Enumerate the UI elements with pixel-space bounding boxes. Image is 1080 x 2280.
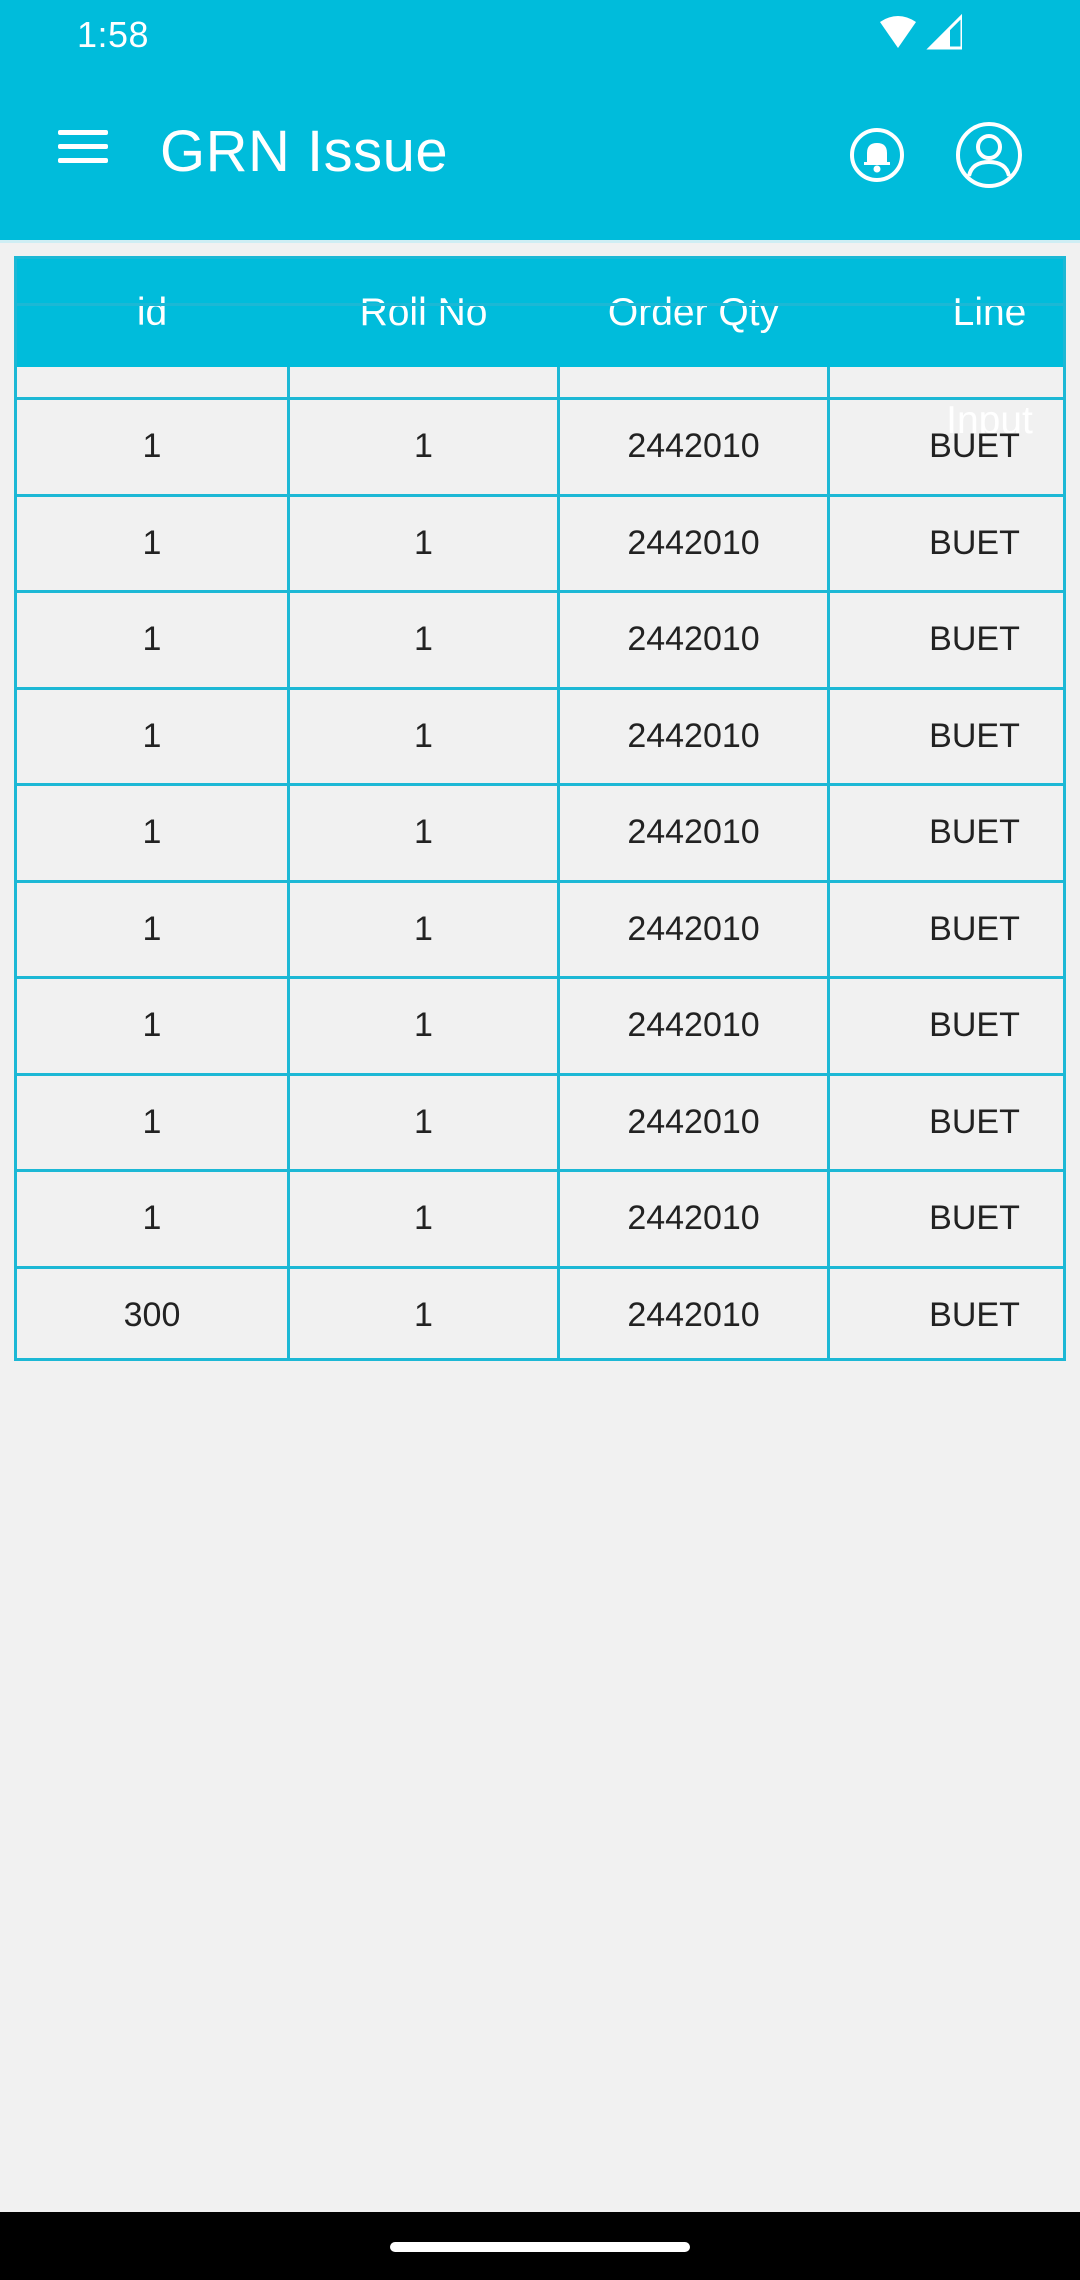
cell-line-input: BUET xyxy=(929,1199,1020,1237)
menu-button[interactable] xyxy=(52,120,116,174)
column-divider xyxy=(557,367,560,1358)
cell-id: 1 xyxy=(142,1199,162,1237)
cell-line-input: BUET xyxy=(929,716,1020,755)
table-row[interactable]: 1 1 2442010 BUET xyxy=(17,590,1063,687)
table-row[interactable]: 1 1 2442010 BUET xyxy=(17,397,1063,494)
cell-line-input: BUET xyxy=(929,427,1020,465)
cell-id: 1 xyxy=(142,813,162,851)
cell-order-qty: 2442010 xyxy=(627,1199,760,1237)
table-row[interactable]: 1 1 2442010 BUET xyxy=(17,1169,1063,1266)
app-bar-divider xyxy=(0,240,1080,243)
notifications-button[interactable] xyxy=(848,126,906,184)
cell-order-qty: 2442010 xyxy=(627,716,760,755)
menu-icon xyxy=(58,130,108,163)
signal-icon xyxy=(926,12,964,50)
cell-order-qty: 2442010 xyxy=(627,620,760,658)
app-bar: GRN Issue xyxy=(0,70,1080,240)
cell-order-qty: 2442010 xyxy=(627,427,760,465)
cell-id: 1 xyxy=(142,1006,162,1044)
cell-id: 1 xyxy=(142,716,162,755)
cell-id: 1 xyxy=(142,427,162,465)
cell-roll-no: 1 xyxy=(414,1295,433,1334)
cell-id: 1 xyxy=(142,909,162,948)
cell-order-qty: 2442010 xyxy=(627,1006,760,1044)
cell-id: 1 xyxy=(142,1102,162,1141)
cell-roll-no: 1 xyxy=(414,427,433,465)
cell-order-qty: 2442010 xyxy=(627,1102,760,1141)
cell-order-qty: 2442010 xyxy=(627,909,760,948)
home-gesture-handle[interactable] xyxy=(390,2242,690,2252)
table-row[interactable]: 300 1 2442010 BUET xyxy=(17,1265,1063,1359)
cell-line-input: BUET xyxy=(929,1006,1020,1044)
cell-roll-no: 1 xyxy=(414,1102,433,1141)
status-icons xyxy=(878,12,964,54)
table-row-partial xyxy=(17,303,1063,400)
cell-line-input: BUET xyxy=(929,813,1020,851)
cell-id: 1 xyxy=(142,523,162,562)
account-icon xyxy=(956,122,1022,188)
cell-order-qty: 2442010 xyxy=(627,1295,760,1334)
table-row[interactable]: 1 1 2442010 BUET xyxy=(17,783,1063,880)
cell-roll-no: 1 xyxy=(414,813,433,851)
grn-table[interactable]: id Roll No Order Qty Line Input 1 1 2442… xyxy=(14,256,1066,1361)
cell-roll-no: 1 xyxy=(414,909,433,948)
cell-line-input: BUET xyxy=(929,909,1020,948)
cell-roll-no: 1 xyxy=(414,1006,433,1044)
cell-roll-no: 1 xyxy=(414,523,433,562)
page-title: GRN Issue xyxy=(160,119,449,184)
bell-icon xyxy=(850,128,904,182)
cell-line-input: BUET xyxy=(929,523,1020,562)
cell-line-input: BUET xyxy=(929,620,1020,658)
wifi-icon xyxy=(880,16,916,48)
status-bar: 1:58 xyxy=(0,0,1080,70)
table-row[interactable]: 1 1 2442010 BUET xyxy=(17,879,1063,977)
column-divider xyxy=(287,367,290,1358)
cell-id: 1 xyxy=(142,620,162,658)
table-row[interactable]: 1 1 2442010 BUET xyxy=(17,686,1063,784)
table-row[interactable]: 1 1 2442010 BUET xyxy=(17,976,1063,1073)
table-row[interactable]: 1 1 2442010 BUET xyxy=(17,493,1063,591)
column-divider xyxy=(827,367,830,1358)
cell-line-input: BUET xyxy=(929,1295,1020,1334)
cell-roll-no: 1 xyxy=(414,716,433,755)
cell-order-qty: 2442010 xyxy=(627,523,760,562)
cell-line-input: BUET xyxy=(929,1102,1020,1141)
cell-order-qty: 2442010 xyxy=(627,813,760,851)
account-button[interactable] xyxy=(954,120,1024,190)
table-row[interactable]: 1 1 2442010 BUET xyxy=(17,1072,1063,1170)
system-nav-bar xyxy=(0,2212,1080,2280)
status-time: 1:58 xyxy=(77,14,150,55)
cell-roll-no: 1 xyxy=(414,620,433,658)
cell-id: 300 xyxy=(123,1295,181,1334)
cell-roll-no: 1 xyxy=(414,1199,433,1237)
